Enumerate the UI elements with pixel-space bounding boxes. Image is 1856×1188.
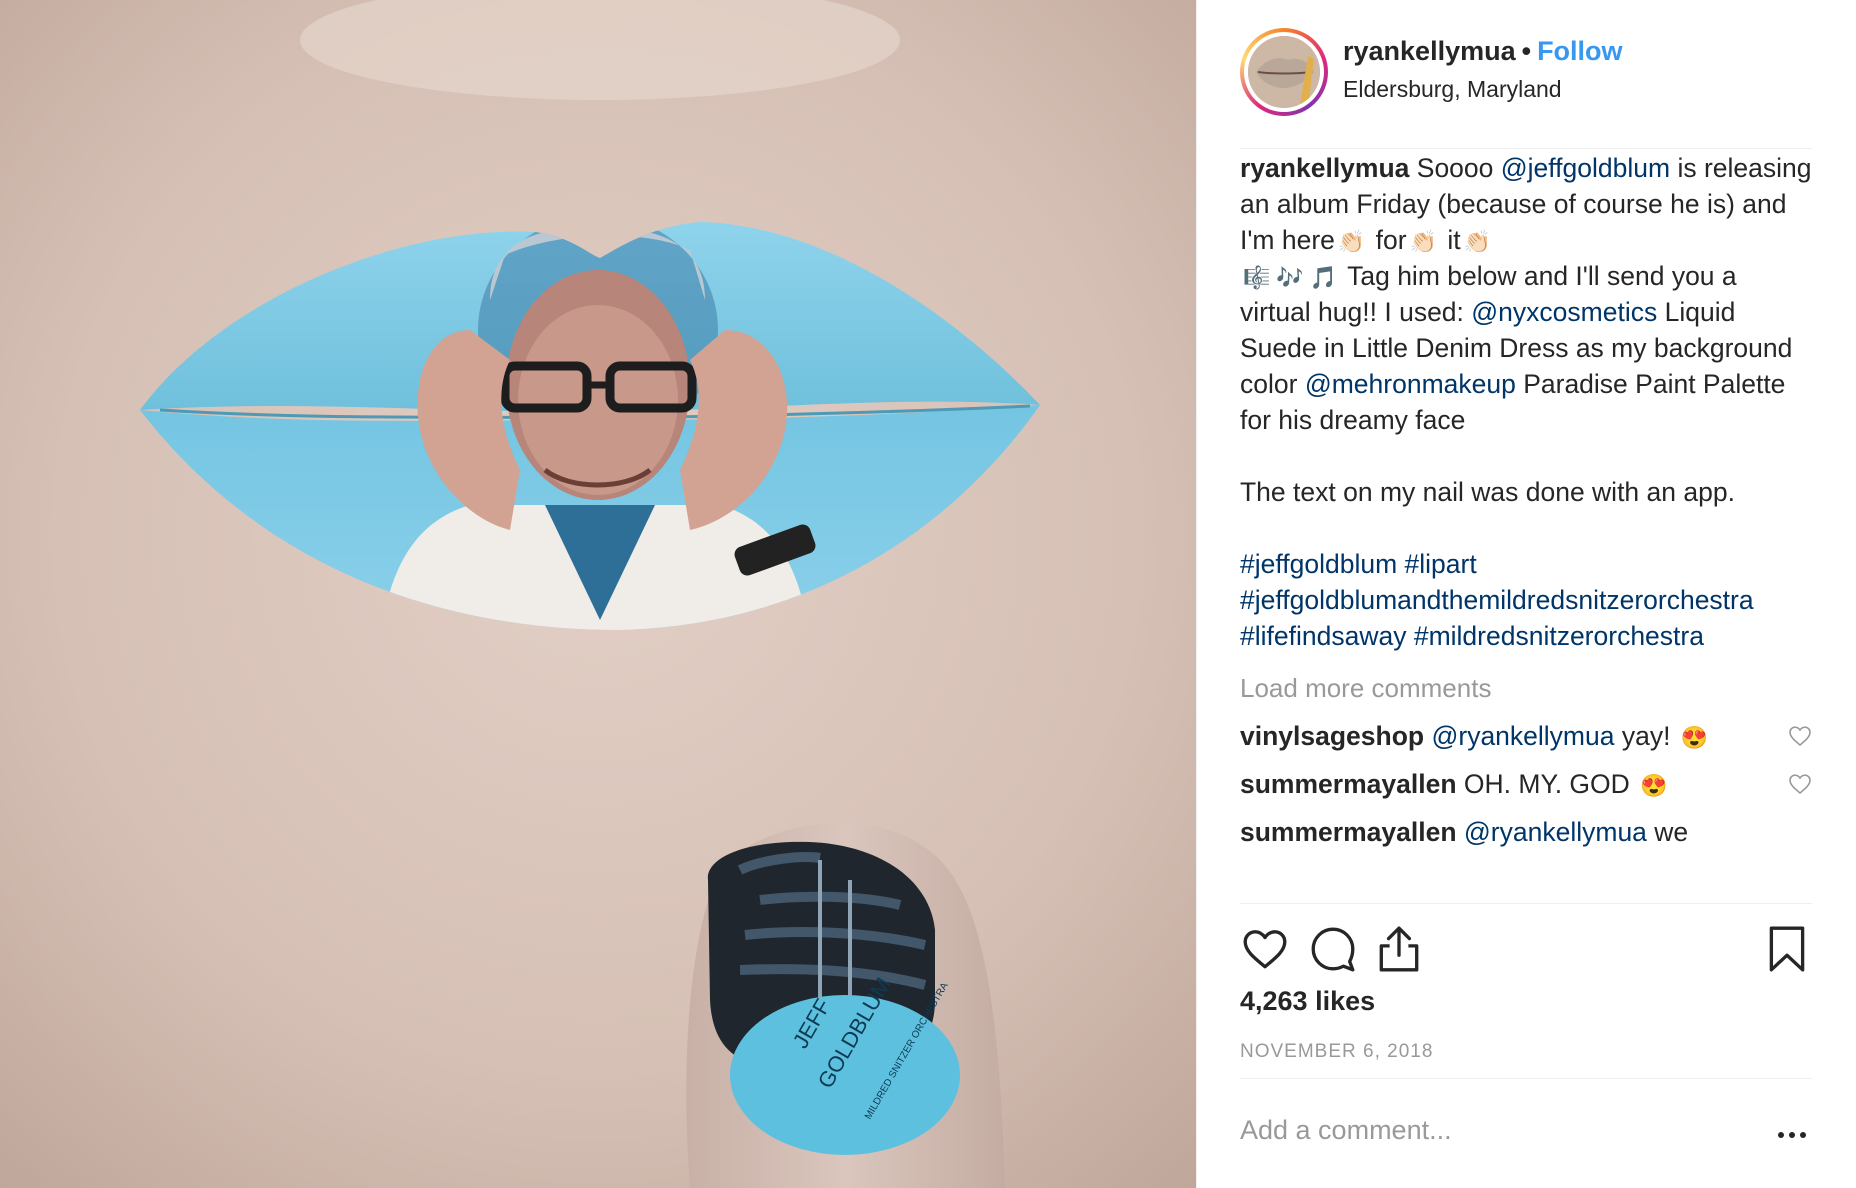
comment-username[interactable]: summermayallen: [1240, 769, 1457, 799]
heart-eyes-emoji: 😍: [1680, 725, 1709, 750]
comment-item: summermayallen OH. MY. GOD 😍: [1240, 766, 1812, 802]
mention-nyxcosmetics[interactable]: @nyxcosmetics: [1471, 297, 1657, 327]
caption-text: Soooo: [1409, 153, 1501, 183]
comment-bubble-icon[interactable]: [1308, 924, 1358, 974]
comment-text: OH. MY. GOD: [1456, 769, 1630, 799]
more-options-icon[interactable]: [1777, 1130, 1807, 1140]
post-header: ryankellymua • Follow Eldersburg, Maryland: [1240, 28, 1810, 116]
comment-item: vinylsageshop @ryankellymua yay! 😍: [1240, 718, 1812, 754]
musical-note-emoji: 🎵: [1309, 265, 1338, 290]
clap-emoji: 👏🏻: [1337, 229, 1366, 254]
load-more-comments-button[interactable]: Load more comments: [1240, 670, 1812, 706]
comment-username[interactable]: summermayallen: [1240, 817, 1457, 847]
post-date[interactable]: NOVEMBER 6, 2018: [1240, 1041, 1433, 1063]
heart-icon[interactable]: [1240, 924, 1290, 974]
comment-mention[interactable]: @ryankellymua: [1464, 817, 1647, 847]
avatar[interactable]: [1240, 28, 1328, 116]
location-link[interactable]: Eldersburg, Maryland: [1343, 76, 1562, 103]
caption-username[interactable]: ryankellymua: [1240, 153, 1409, 183]
likes-count[interactable]: 4,263 likes: [1240, 986, 1375, 1017]
comment-like-heart-icon[interactable]: [1788, 724, 1812, 748]
comment-text: yay!: [1614, 721, 1671, 751]
hashtag[interactable]: #lipart: [1405, 549, 1477, 579]
mention-mehronmakeup[interactable]: @mehronmakeup: [1305, 369, 1516, 399]
comment-mention[interactable]: @ryankellymua: [1431, 721, 1614, 751]
hashtag[interactable]: #jeffgoldblum: [1240, 549, 1397, 579]
header-username[interactable]: ryankellymua: [1343, 36, 1516, 66]
hashtag[interactable]: #mildredsnitzerorchestra: [1414, 621, 1704, 651]
action-bar: [1240, 924, 1812, 978]
comments-divider: [1240, 903, 1812, 904]
post-photo[interactable]: JEFF GOLDBLUM MILDRED SNITZER ORCHESTRA: [0, 0, 1196, 1188]
post-side-panel: ryankellymua • Follow Eldersburg, Maryland…: [1197, 0, 1856, 1188]
caption-text: for: [1368, 225, 1407, 255]
header-separator: •: [1521, 36, 1532, 66]
hashtag[interactable]: #lifefindsaway: [1240, 621, 1406, 651]
bookmark-icon[interactable]: [1762, 924, 1812, 974]
caption-text: it: [1440, 225, 1461, 255]
comment-like-heart-icon[interactable]: [1788, 772, 1812, 796]
comment-text: we: [1646, 817, 1689, 847]
mention-jeffgoldblum[interactable]: @jeffgoldblum: [1501, 153, 1670, 183]
comments-area[interactable]: ryankellymua Soooo @jeffgoldblum is rele…: [1240, 150, 1812, 902]
caption-paragraph: The text on my nail was done with an app…: [1240, 477, 1735, 507]
follow-button[interactable]: Follow: [1537, 36, 1622, 66]
clap-emoji: 👏🏻: [1463, 229, 1492, 254]
post-caption: ryankellymua Soooo @jeffgoldblum is rele…: [1240, 150, 1812, 654]
comment-item: summermayallen @ryankellymua we: [1240, 814, 1812, 850]
hashtags: #jeffgoldblum #lipart #jeffgoldblumandth…: [1240, 546, 1812, 654]
heart-eyes-emoji: 😍: [1640, 773, 1668, 798]
comment-username[interactable]: vinylsageshop: [1240, 721, 1424, 751]
hashtag[interactable]: #jeffgoldblumandthemildredsnitzerorchest…: [1240, 585, 1754, 615]
footer-divider: [1240, 1078, 1812, 1079]
avatar-image: [1248, 36, 1320, 108]
clap-emoji: 👏🏻: [1409, 229, 1438, 254]
header-divider: [1240, 148, 1812, 149]
add-comment-input[interactable]: Add a comment...: [1240, 1115, 1452, 1146]
musical-score-emoji: 🎼: [1243, 265, 1271, 290]
share-icon[interactable]: [1374, 924, 1424, 974]
musical-notes-emoji: 🎶: [1276, 265, 1304, 290]
